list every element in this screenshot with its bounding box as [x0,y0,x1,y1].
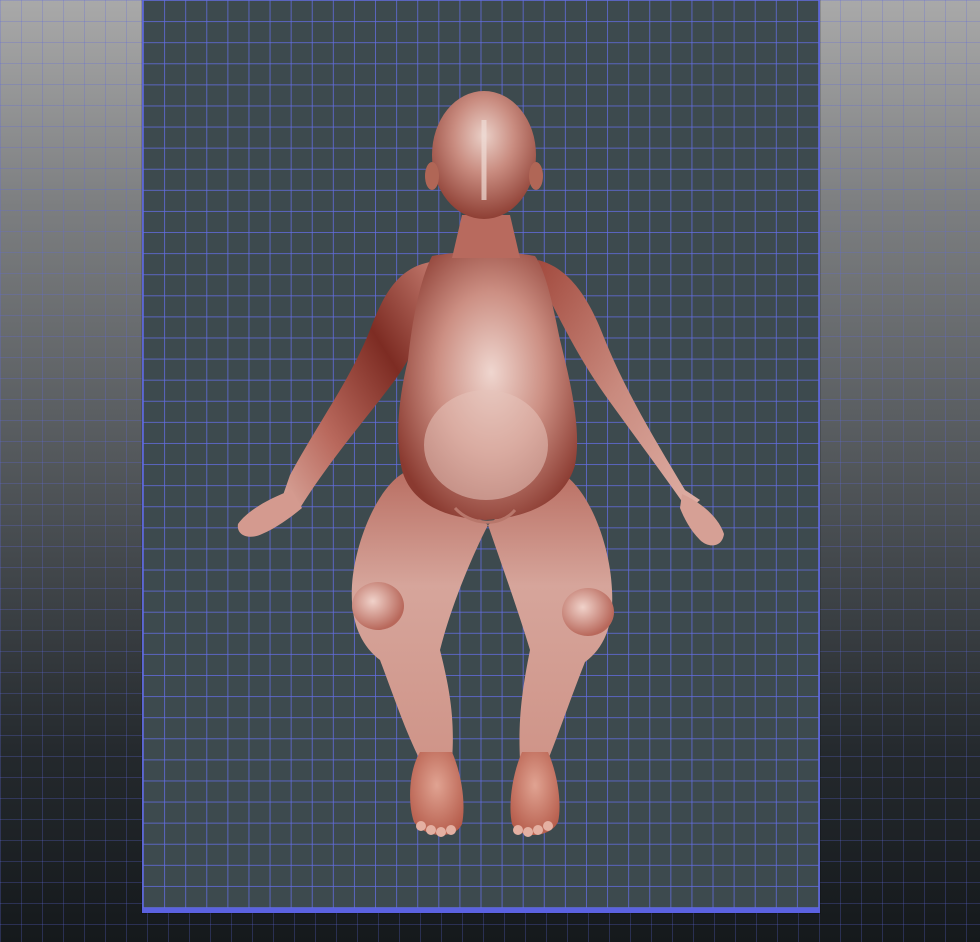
left-foot [410,752,464,837]
neck [452,215,520,258]
head [425,91,543,219]
right-foot [510,752,560,837]
figure-model[interactable] [0,0,980,942]
3d-viewport[interactable] [0,0,980,942]
